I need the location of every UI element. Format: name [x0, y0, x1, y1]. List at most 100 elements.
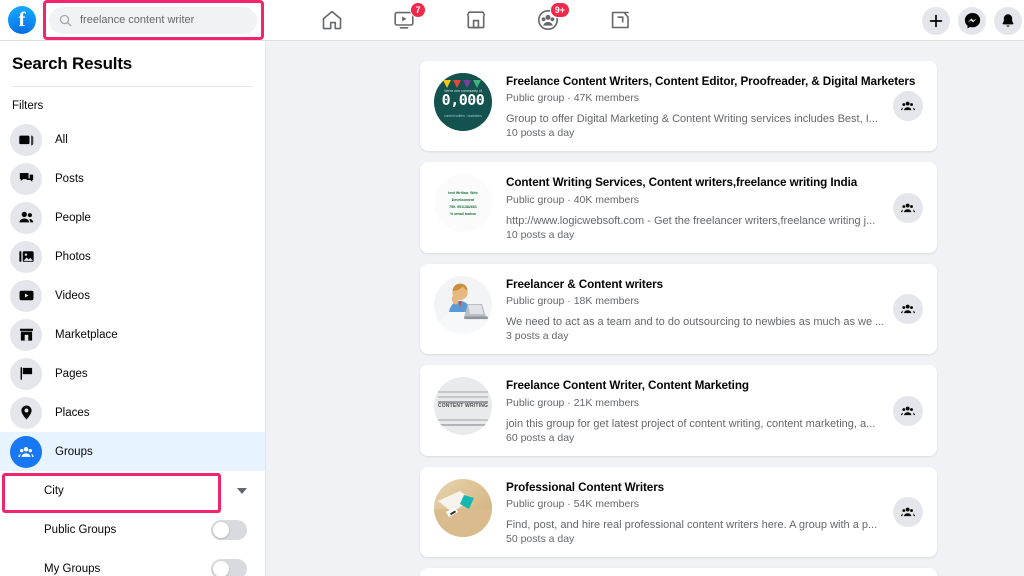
sidebar-item-pages[interactable]: Pages [0, 354, 265, 393]
sidebar-item-label: Photos [55, 251, 91, 263]
group-description: Group to offer Digital Marketing & Conte… [506, 113, 898, 125]
gaming-icon [608, 8, 632, 32]
members-icon [900, 301, 916, 317]
group-meta: Public group · 21K members [506, 397, 924, 409]
group-title[interactable]: Professional Content Writers [506, 480, 924, 495]
facebook-logo[interactable] [8, 6, 36, 34]
nav-home-icon[interactable] [319, 7, 345, 33]
sidebar-item-label: Videos [55, 290, 90, 302]
results-list: We're one community of 0,000 content wri… [420, 61, 937, 576]
sidebar-item-videos[interactable]: Videos [0, 276, 265, 315]
group-info: Freelance Content Writer, Content Market… [506, 377, 924, 443]
sidebar-item-label: People [55, 212, 91, 224]
page-title: Search Results [0, 41, 265, 86]
groups-icon [10, 436, 42, 468]
create-button[interactable] [922, 7, 950, 35]
filter-my-groups[interactable]: My Groups [0, 549, 265, 576]
group-info: Freelancer & Content writers Public grou… [506, 276, 924, 342]
sidebar-item-label: Marketplace [55, 329, 118, 341]
search-results-main: We're one community of 0,000 content wri… [266, 41, 1024, 576]
group-meta: Public group · 54K members [506, 498, 924, 510]
watch-badge: 7 [410, 2, 426, 18]
filter-city-dropdown[interactable]: City [0, 471, 265, 510]
nav-watch-icon[interactable]: 7 [391, 7, 417, 33]
members-button[interactable] [893, 193, 923, 223]
avatar-line: Development [440, 198, 486, 201]
group-posts-rate: 60 posts a day [506, 432, 924, 444]
group-result-card[interactable]: We're one community of 0,000 content wri… [420, 61, 937, 151]
filter-public-groups[interactable]: Public Groups [0, 510, 265, 549]
videos-icon [10, 280, 42, 312]
nav-marketplace-icon[interactable] [463, 7, 489, 33]
group-title[interactable]: Freelance Content Writers, Content Edito… [506, 74, 924, 89]
search-container: freelance content writer [49, 7, 257, 34]
members-button[interactable] [893, 497, 923, 527]
search-filters-sidebar: Search Results Filters All Posts [0, 41, 266, 576]
group-meta: Public group · 18K members [506, 295, 924, 307]
group-result-card[interactable]: Professional Content Writers Public grou… [420, 467, 937, 557]
search-query-text: freelance content writer [80, 14, 194, 26]
group-meta: Public group · 40K members [506, 194, 924, 206]
members-icon [900, 504, 916, 520]
next-result-card-partial[interactable] [420, 568, 937, 576]
sidebar-item-groups[interactable]: Groups [0, 432, 265, 471]
top-navigation-bar: freelance content writer 7 [0, 0, 1024, 41]
group-posts-rate: 10 posts a day [506, 127, 924, 139]
sidebar-item-photos[interactable]: Photos [0, 237, 265, 276]
group-title[interactable]: Freelancer & Content writers [506, 277, 924, 292]
group-info: Professional Content Writers Public grou… [506, 479, 924, 545]
marketplace-icon [464, 8, 488, 32]
group-title[interactable]: Freelance Content Writer, Content Market… [506, 378, 924, 393]
posts-icon [10, 163, 42, 195]
sidebar-item-all[interactable]: All [0, 120, 265, 159]
group-posts-rate: 10 posts a day [506, 229, 924, 241]
avatar-illustration [434, 479, 492, 537]
sidebar-item-label: Groups [55, 446, 93, 458]
members-button[interactable] [893, 396, 923, 426]
sidebar-item-posts[interactable]: Posts [0, 159, 265, 198]
sidebar-item-places[interactable]: Places [0, 393, 265, 432]
group-result-card[interactable]: CONTENT WRITING Freelance Content Writer… [420, 365, 937, 455]
my-groups-toggle[interactable] [211, 559, 247, 576]
plus-icon [928, 13, 944, 29]
notifications-button[interactable] [994, 7, 1022, 35]
group-avatar [434, 276, 492, 334]
avatar-bottom-text: content writers · marketers [434, 114, 492, 118]
group-meta: Public group · 47K members [506, 92, 924, 104]
members-icon [900, 200, 916, 216]
members-icon [900, 403, 916, 419]
search-input[interactable]: freelance content writer [49, 7, 257, 34]
group-description: http://www.logicwebsoft.com - Get the fr… [506, 215, 898, 227]
group-result-card[interactable]: Freelancer & Content writers Public grou… [420, 264, 937, 354]
group-result-card[interactable]: tent Writing, Web Development 790, 99113… [420, 162, 937, 252]
group-avatar: tent Writing, Web Development 790, 99113… [434, 174, 492, 232]
messenger-button[interactable] [958, 7, 986, 35]
photos-icon [10, 241, 42, 273]
groups-badge: 9+ [550, 2, 570, 18]
group-info: Freelance Content Writers, Content Edito… [506, 73, 924, 139]
filter-public-groups-label: Public Groups [44, 524, 116, 536]
members-button[interactable] [893, 294, 923, 324]
avatar-line: tent Writing, Web [440, 191, 486, 194]
avatar-number: 0,000 [434, 91, 492, 109]
nav-center-icons: 7 9+ [319, 7, 633, 33]
group-avatar: CONTENT WRITING [434, 377, 492, 435]
group-posts-rate: 50 posts a day [506, 533, 924, 545]
filters-label: Filters [0, 87, 265, 120]
group-description: join this group for get latest project o… [506, 418, 898, 430]
group-avatar [434, 479, 492, 537]
avatar-line: 790, 9911382661 [440, 205, 486, 208]
toggle-knob [213, 561, 229, 576]
group-title[interactable]: Content Writing Services, Content writer… [506, 175, 924, 190]
people-icon [10, 202, 42, 234]
nav-groups-icon[interactable]: 9+ [535, 7, 561, 33]
public-groups-toggle[interactable] [211, 520, 247, 540]
sidebar-item-label: Pages [55, 368, 88, 380]
sidebar-item-marketplace[interactable]: Marketplace [0, 315, 265, 354]
members-button[interactable] [893, 91, 923, 121]
avatar-caption: CONTENT WRITING [434, 403, 492, 409]
group-description: We need to act as a team and to do outso… [506, 316, 898, 328]
group-avatar: We're one community of 0,000 content wri… [434, 73, 492, 131]
sidebar-item-people[interactable]: People [0, 198, 265, 237]
nav-gaming-icon[interactable] [607, 7, 633, 33]
